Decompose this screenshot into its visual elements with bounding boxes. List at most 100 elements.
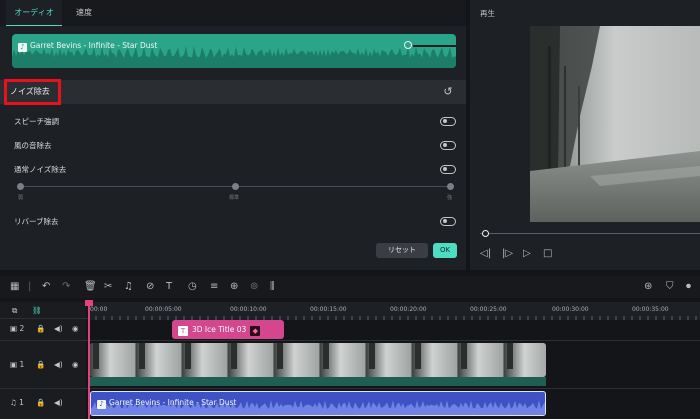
option-reverb-removal: リバーブ除去	[14, 217, 59, 226]
text-icon[interactable]: T	[166, 280, 172, 294]
adjust-icon[interactable]: ≡	[210, 280, 218, 294]
reset-button[interactable]: リセット	[376, 243, 428, 258]
speaker-icon[interactable]: ◀)	[54, 398, 63, 407]
music-note-icon: ♪	[18, 43, 27, 52]
video-preview[interactable]	[530, 26, 700, 222]
add-track-icon[interactable]: ⧉	[12, 306, 17, 316]
premium-gem-icon: ◆	[250, 326, 261, 336]
video-track-icon: ▣	[10, 324, 18, 333]
audio-wave-icon[interactable]: ⫼	[270, 280, 275, 294]
audio-clip-title: ♪ Garret Bevins - Infinite - Star Dust	[97, 398, 236, 409]
music-note-icon: ♫	[10, 398, 17, 407]
add-clip-icon[interactable]: ⊕	[230, 280, 238, 294]
tab-bar: オーディオ 速度	[0, 0, 466, 26]
preview-scrub-knob[interactable]	[482, 230, 489, 237]
grid-icon[interactable]: ▦	[10, 280, 19, 294]
ruler-label: 00:00:30:00	[552, 306, 589, 313]
toggle-speech-enhance[interactable]	[440, 117, 456, 126]
tab-speed[interactable]: 速度	[66, 0, 102, 26]
ruler-label: 00:00	[90, 306, 108, 313]
track-2-label: ▣ 2	[10, 324, 24, 333]
volume-knob[interactable]	[404, 41, 412, 49]
toolbar-divider: |	[28, 281, 32, 292]
redo-icon[interactable]: ↷	[62, 280, 70, 294]
shield-icon[interactable]: ⛉	[666, 280, 674, 294]
lock-icon[interactable]: 🔒	[36, 324, 45, 333]
title-clip[interactable]: T 3D Ice Title 03 ◆	[172, 320, 284, 339]
slider-label-low: 弱	[18, 195, 24, 201]
option-normal-denoise: 通常ノイズ除去	[14, 165, 67, 174]
eye-icon[interactable]: ◉	[72, 324, 79, 333]
speaker-icon[interactable]: ◀)	[54, 360, 63, 369]
tab-audio[interactable]: オーディオ	[6, 0, 62, 26]
video-thumbnail-tree	[323, 343, 329, 369]
track-divider	[0, 340, 700, 341]
audio-clip[interactable]: ♪ Garret Bevins - Infinite - Star Dust	[90, 391, 546, 416]
toggle-normal-denoise[interactable]	[440, 165, 456, 174]
lock-icon[interactable]: 🔒	[36, 398, 45, 407]
audio-clip-label: Garret Bevins - Infinite - Star Dust	[109, 398, 237, 407]
lock-icon[interactable]: 🔒	[36, 360, 45, 369]
cut-icon[interactable]: ✂	[104, 280, 112, 294]
text-clip-icon: T	[178, 326, 188, 336]
timer-icon[interactable]: ◷	[188, 280, 197, 294]
ruler-label: 00:00:35:00	[632, 306, 669, 313]
video-thumbnail-tree	[507, 343, 513, 369]
option-speech-enhance: スピーチ強調	[14, 117, 59, 126]
track-1-label: ▣ 1	[10, 360, 24, 369]
video-thumbnail-tree	[415, 343, 421, 369]
track-number: 1	[19, 398, 24, 407]
mic-icon[interactable]: ⏺	[686, 280, 691, 294]
render-icon[interactable]: ⊛	[644, 280, 652, 294]
noise-removal-header[interactable]: ノイズ除去	[0, 80, 466, 104]
denoise-slider-dot-mid[interactable]	[232, 183, 239, 190]
track-divider	[0, 388, 700, 389]
toggle-wind-removal[interactable]	[440, 141, 456, 150]
ruler-label: 00:00:25:00	[470, 306, 507, 313]
slider-label-mid: 標準	[229, 195, 240, 201]
track-number: 1	[19, 360, 25, 369]
video-track-icon: ▣	[10, 360, 18, 369]
ruler-label: 00:00:15:00	[310, 306, 347, 313]
video-clip[interactable]	[90, 343, 546, 377]
tag-icon[interactable]: ⊘	[146, 280, 154, 294]
link-icon[interactable]: ⛓	[32, 306, 42, 315]
ruler-label: 00:00:05:00	[145, 306, 182, 313]
track-number: 2	[19, 324, 25, 333]
ruler-label: 00:00:10:00	[230, 306, 267, 313]
foggy-forest-image	[530, 26, 700, 222]
audio-waveform[interactable]: ♪ Garret Bevins - Infinite - Star Dust	[12, 34, 456, 68]
video-thumbnail-tree	[461, 343, 467, 369]
toggle-reverb-removal[interactable]	[440, 217, 456, 226]
play-icon[interactable]: ▷	[523, 248, 531, 260]
playhead[interactable]	[88, 302, 90, 419]
denoise-slider-dot-high[interactable]	[447, 183, 454, 190]
music-note-icon: ♪	[97, 400, 106, 409]
stop-icon[interactable]: □	[543, 248, 552, 260]
playhead-handle[interactable]	[85, 300, 93, 306]
video-thumbnails	[90, 343, 546, 377]
speed-icon[interactable]: ⊚	[250, 280, 258, 294]
title-clip-label: 3D Ice Title 03	[192, 325, 247, 334]
preview-scrubber[interactable]	[480, 233, 700, 234]
reset-icon[interactable]: ↺	[440, 84, 456, 100]
highlight-box	[4, 79, 61, 105]
speaker-icon[interactable]: ◀)	[54, 324, 63, 333]
preview-title: 再生	[480, 9, 495, 18]
video-audio-bar	[90, 377, 546, 386]
undo-icon[interactable]: ↶	[42, 280, 50, 294]
trash-icon[interactable]: 🗑	[84, 280, 97, 294]
option-wind-removal: 風の音除去	[14, 141, 52, 150]
denoise-slider-dot-low[interactable]	[17, 183, 24, 190]
ok-button[interactable]: OK	[433, 243, 457, 258]
eye-icon[interactable]: ◉	[72, 360, 79, 369]
video-thumbnail-tree	[93, 343, 99, 369]
video-thumbnail-tree	[185, 343, 191, 369]
audio-icon[interactable]: ♫	[124, 280, 133, 294]
step-back-icon[interactable]: ◁|	[480, 248, 491, 260]
play-frame-icon[interactable]: |▷	[502, 248, 513, 260]
video-thumbnail-tree	[231, 343, 237, 369]
audio-track-1-label: ♫ 1	[10, 398, 24, 407]
waveform-title: ♪ Garret Bevins - Infinite - Star Dust	[18, 41, 157, 52]
volume-line	[413, 45, 456, 47]
